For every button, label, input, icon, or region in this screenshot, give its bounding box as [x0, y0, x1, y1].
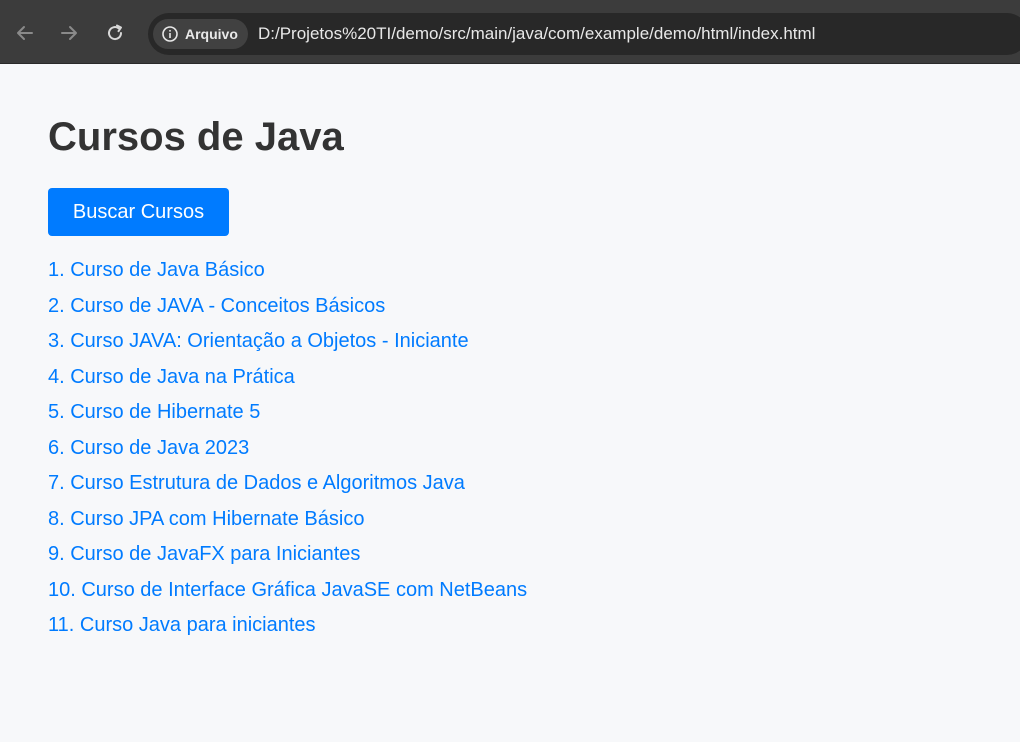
- course-item[interactable]: 9. Curso de JavaFX para Iniciantes: [48, 542, 1008, 578]
- course-item[interactable]: 5. Curso de Hibernate 5: [48, 400, 1008, 436]
- arrow-right-icon: [61, 26, 77, 40]
- back-button[interactable]: [14, 22, 36, 44]
- course-item[interactable]: 2. Curso de JAVA - Conceitos Básicos: [48, 294, 1008, 330]
- reload-button[interactable]: [104, 22, 126, 44]
- course-item[interactable]: 4. Curso de Java na Prática: [48, 365, 1008, 401]
- arrow-left-icon: [17, 26, 33, 40]
- browser-toolbar: Arquivo D:/Projetos%20TI/demo/src/main/j…: [0, 0, 1020, 64]
- forward-button[interactable]: [58, 22, 80, 44]
- info-icon: [162, 26, 178, 42]
- course-item[interactable]: 10. Curso de Interface Gráfica JavaSE co…: [48, 578, 1008, 614]
- course-item[interactable]: 1. Curso de Java Básico: [48, 258, 1008, 294]
- search-courses-button[interactable]: Buscar Cursos: [48, 188, 229, 236]
- page-title: Cursos de Java: [48, 115, 344, 159]
- course-item[interactable]: 8. Curso JPA com Hibernate Básico: [48, 507, 1008, 543]
- reload-icon: [108, 24, 123, 41]
- course-item[interactable]: 3. Curso JAVA: Orientação a Objetos - In…: [48, 329, 1008, 365]
- course-item[interactable]: 11. Curso Java para iniciantes: [48, 613, 1008, 649]
- url-text[interactable]: D:/Projetos%20TI/demo/src/main/java/com/…: [258, 24, 815, 44]
- course-item[interactable]: 7. Curso Estrutura de Dados e Algoritmos…: [48, 471, 1008, 507]
- address-bar[interactable]: Arquivo D:/Projetos%20TI/demo/src/main/j…: [148, 13, 1020, 55]
- site-info-chip[interactable]: Arquivo: [153, 19, 248, 49]
- course-item[interactable]: 6. Curso de Java 2023: [48, 436, 1008, 472]
- page-content: Cursos de Java Buscar Cursos 1. Curso de…: [48, 64, 1008, 649]
- course-list: 1. Curso de Java Básico 2. Curso de JAVA…: [48, 258, 1008, 649]
- site-info-label: Arquivo: [185, 26, 238, 42]
